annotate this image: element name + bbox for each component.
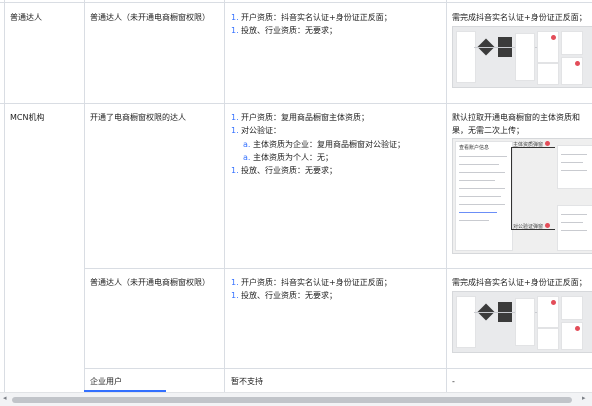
screenshot-thumbnail[interactable] [452,26,592,88]
col-divider [84,0,85,392]
scroll-right-icon[interactable]: ▸ [582,394,586,402]
row1-requirement: 需完成抖音实名认证+身份证正反面； [452,13,587,22]
list-item: 1. 对公验证： [231,126,281,135]
screenshot-thumbnail[interactable]: 查看账户信息 主体资质弹窗 对公验证弹窗 [452,138,592,254]
scroll-left-icon[interactable]: ◂ [3,394,7,402]
screenshot-thumbnail[interactable] [452,291,592,353]
row3-requirement: 需完成抖音实名认证+身份证正反面； [452,278,587,287]
list-item: 1. 开户资质：抖音实名认证+身份证正反面； [231,13,392,22]
row1-subtype: 普通达人（未开通电商橱窗权限） [90,13,210,22]
list-item: a. 主体资质为个人：无； [243,153,333,162]
list-item: 1. 投放、行业资质：无要求； [231,291,337,300]
row-divider [0,103,592,104]
row-divider [84,368,592,369]
scrollbar-thumb[interactable] [12,397,572,403]
row2-requirement-line1: 默认拉取开通电商橱窗的主体资质和 [452,113,580,122]
horizontal-scrollbar[interactable]: ◂ ▸ [0,392,592,406]
row-divider [0,2,592,3]
row2-subtype: 开通了电商橱窗权限的达人 [90,113,186,122]
row4-subtype: 企业用户 [90,377,122,386]
list-item: 1. 投放、行业资质：无要求； [231,26,337,35]
row4-requirement: - [452,377,455,386]
row2-requirement-line2: 果，无需二次上传； [452,126,524,135]
row3-subtype: 普通达人（未开通电商橱窗权限） [90,278,210,287]
table-viewport: 普通达人 普通达人（未开通电商橱窗权限） 1. 开户资质：抖音实名认证+身份证正反… [0,0,592,406]
col-divider [4,0,5,392]
list-item: 1. 开户资质：复用商品橱窗主体资质； [231,113,369,122]
row1-type: 普通达人 [10,13,42,22]
col-divider [224,0,225,392]
col-divider [446,0,447,392]
list-item: 1. 投放、行业资质：无要求； [231,166,337,175]
row2-type: MCN机构 [10,113,45,122]
list-item: a. 主体资质为企业：复用商品橱窗对公验证； [243,140,405,149]
list-item: 1. 开户资质：抖音实名认证+身份证正反面； [231,278,392,287]
row-divider [84,268,592,269]
row4-status: 暂不支持 [231,377,263,386]
